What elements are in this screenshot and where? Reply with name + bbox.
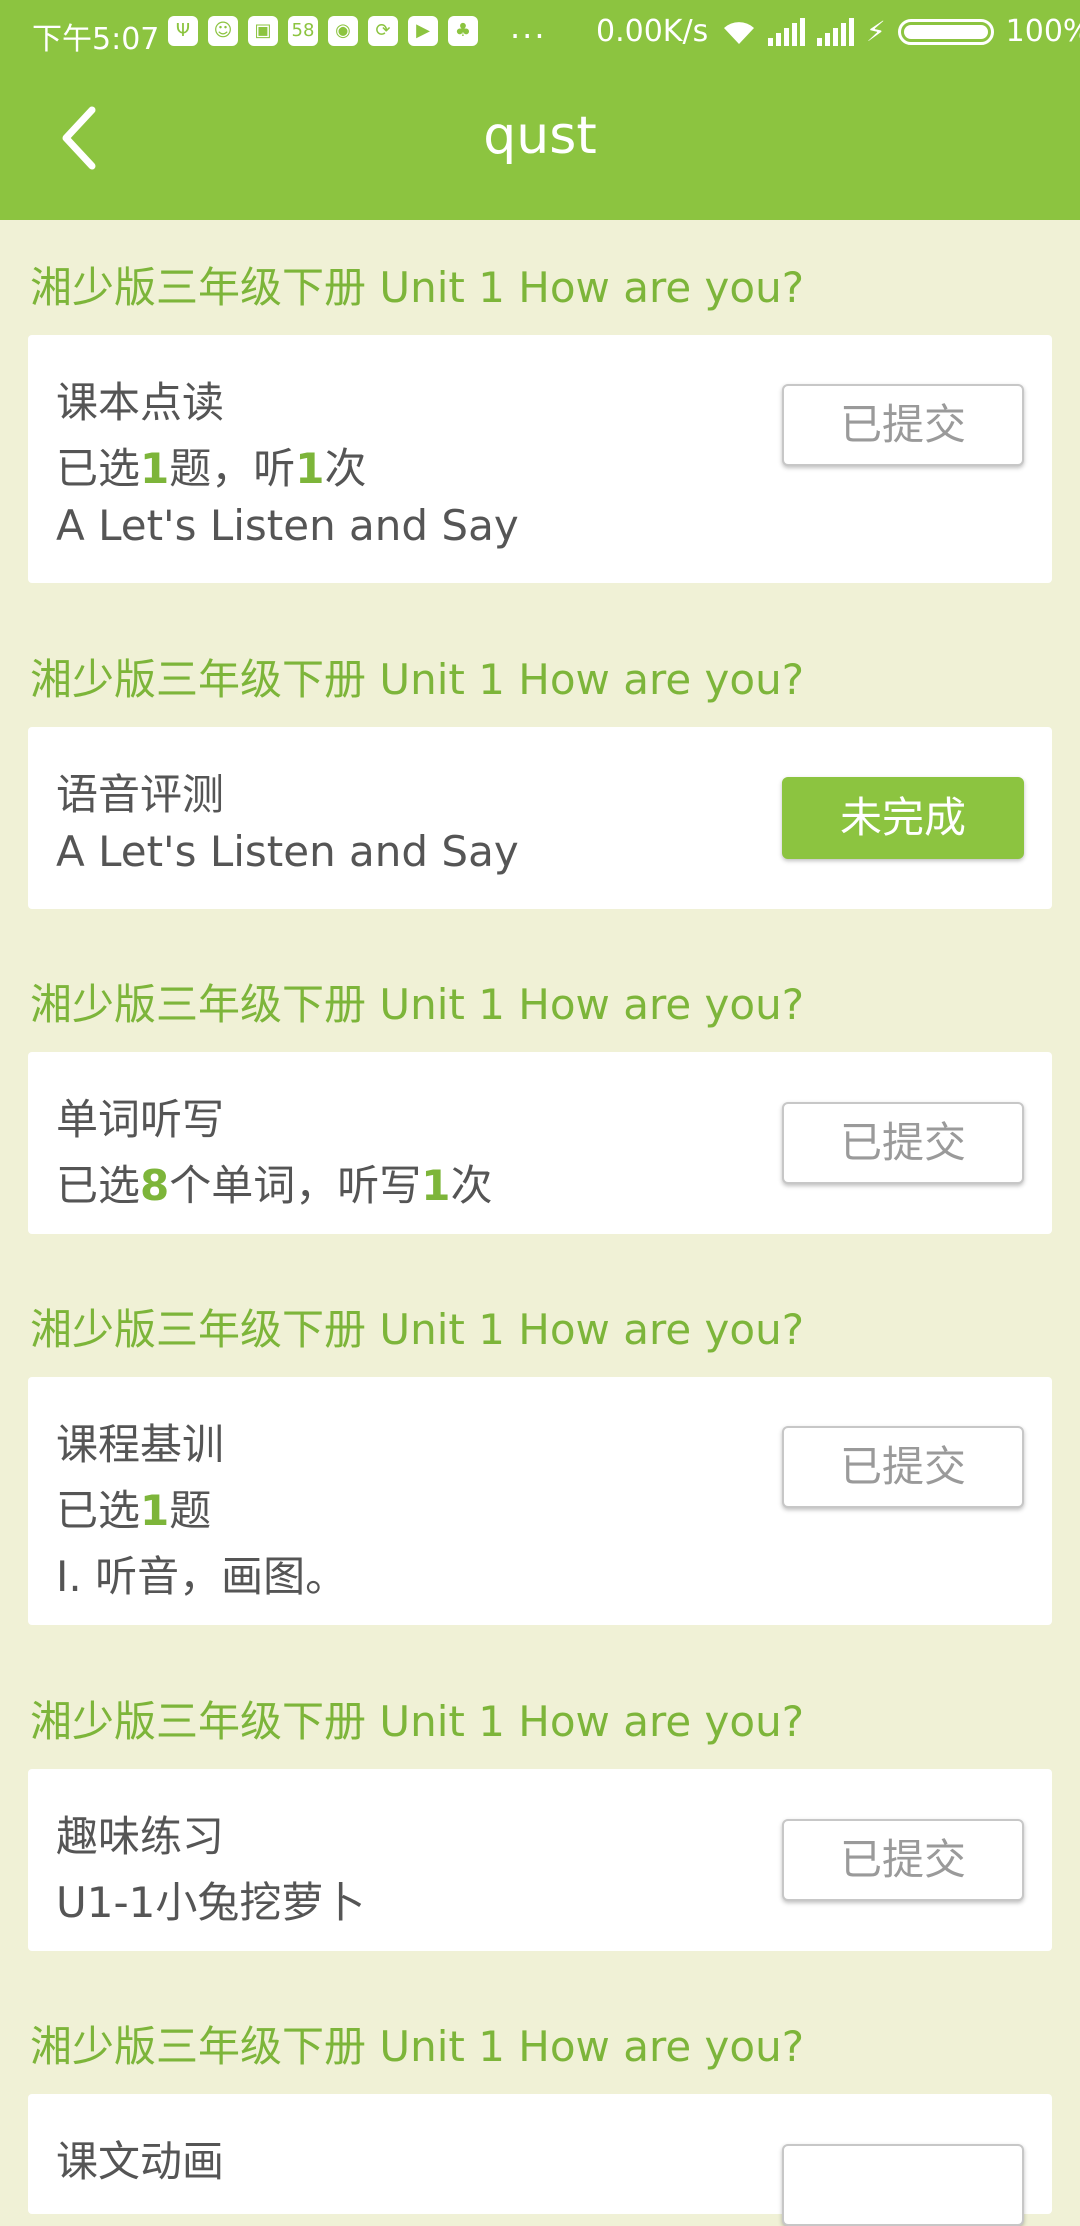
- homework-card[interactable]: 课本点读 已选1题，听1次 A Let's Listen and Say 已提交: [28, 335, 1052, 583]
- task-content: A Let's Listen and Say: [56, 827, 519, 876]
- homework-card[interactable]: 课文动画: [28, 2094, 1052, 2226]
- submitted-button[interactable]: 已提交: [782, 1102, 1024, 1184]
- task-content: A Let's Listen and Say: [56, 501, 519, 550]
- task-content: I. 听音，画图。: [56, 1552, 348, 1601]
- notif-app-icon: ◉: [328, 16, 358, 46]
- section-heading: 湘少版三年级下册 Unit 1 How are you?: [30, 263, 804, 312]
- app-header: qust: [0, 66, 1080, 220]
- notif-app-icon: ▶: [408, 16, 438, 46]
- section-heading: 湘少版三年级下册 Unit 1 How are you?: [30, 1305, 804, 1354]
- battery-icon: [897, 18, 994, 45]
- task-summary: 已选1题: [56, 1486, 212, 1535]
- status-time: 下午5:07: [32, 22, 160, 57]
- homework-card[interactable]: 课程基训 已选1题 I. 听音，画图。 已提交: [28, 1377, 1052, 1625]
- task-type: 课程基训: [56, 1420, 225, 1469]
- section-heading: 湘少版三年级下册 Unit 1 How are you?: [30, 980, 804, 1029]
- task-type: 课文动画: [56, 2137, 225, 2186]
- homework-card[interactable]: 语音评测 A Let's Listen and Say 未完成: [28, 727, 1052, 909]
- submitted-button[interactable]: 已提交: [782, 384, 1024, 466]
- submitted-button[interactable]: 已提交: [782, 1426, 1024, 1508]
- page-title: qust: [483, 106, 597, 166]
- task-type: 单词听写: [56, 1095, 225, 1144]
- network-speed: 0.00K/s: [596, 14, 709, 49]
- section-heading: 湘少版三年级下册 Unit 1 How are you?: [30, 655, 804, 704]
- notif-app-icon: Ψ: [168, 16, 198, 46]
- notif-app-icon: ♣: [448, 16, 478, 46]
- status-bar: 下午5:07 Ψ ☺ ▣ 58 ◉ ⟳ ▶ ♣ ... 0.00K/s ⚡ 10…: [0, 0, 1080, 66]
- task-type: 趣味练习: [56, 1812, 225, 1861]
- notif-app-icon: ☺: [208, 16, 238, 46]
- notification-icons: Ψ ☺ ▣ 58 ◉ ⟳ ▶ ♣: [168, 16, 478, 46]
- task-type: 语音评测: [56, 770, 225, 819]
- task-type: 课本点读: [56, 378, 225, 427]
- more-notifications-icon: ...: [510, 8, 547, 46]
- signal-icon: [817, 17, 854, 46]
- task-content: U1-1小兔挖萝卜: [56, 1878, 366, 1927]
- homework-card[interactable]: 单词听写 已选8个单词，听写1次 已提交: [28, 1052, 1052, 1234]
- submitted-button[interactable]: [782, 2144, 1024, 2226]
- wifi-icon: [724, 21, 754, 44]
- section-heading: 湘少版三年级下册 Unit 1 How are you?: [30, 1697, 804, 1746]
- battery-percent: 100%: [1005, 14, 1080, 49]
- task-summary: 已选8个单词，听写1次: [56, 1161, 493, 1210]
- submitted-button[interactable]: 已提交: [782, 1819, 1024, 1901]
- notif-app-icon: ⟳: [368, 16, 398, 46]
- homework-card[interactable]: 趣味练习 U1-1小兔挖萝卜 已提交: [28, 1769, 1052, 1951]
- section-heading: 湘少版三年级下册 Unit 1 How are you?: [30, 2022, 804, 2071]
- charging-icon: ⚡: [866, 15, 886, 48]
- task-summary: 已选1题，听1次: [56, 444, 367, 493]
- signal-icon: [768, 17, 805, 46]
- notif-app-icon: ▣: [248, 16, 278, 46]
- incomplete-button[interactable]: 未完成: [782, 777, 1024, 859]
- notif-app-icon: 58: [288, 16, 318, 46]
